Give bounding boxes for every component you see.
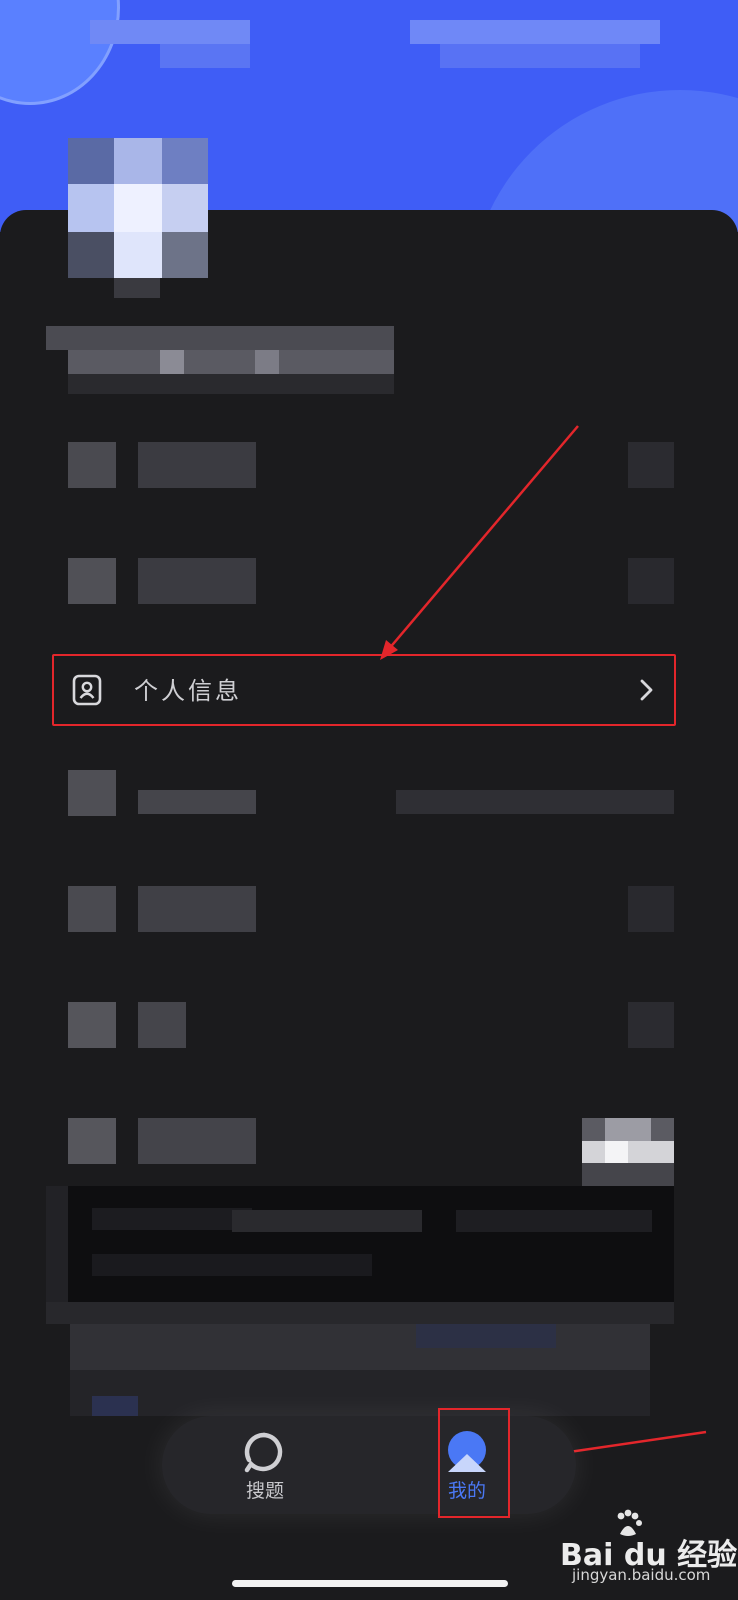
pixelated-menu-value — [628, 1002, 674, 1048]
pixelated-username — [255, 350, 279, 374]
menu-item-label: 个人信息 — [134, 677, 242, 705]
pixelated-username — [68, 374, 394, 394]
pixelated-menu-label[interactable] — [138, 442, 256, 488]
pixelated-menu-label[interactable] — [138, 558, 256, 604]
pixelated-strip — [92, 1396, 138, 1416]
pixelated-menu-icon — [68, 770, 116, 816]
pixelated-strip — [46, 1302, 674, 1324]
pixelated-menu-icon — [68, 886, 116, 932]
chevron-right-icon — [640, 679, 653, 701]
pixelated-username — [68, 350, 394, 374]
pixelated-strip — [70, 1370, 650, 1416]
pixelated-username — [46, 326, 394, 350]
pixelated-banner[interactable] — [68, 1186, 674, 1302]
pixelated-menu-value — [628, 442, 674, 488]
avatar-blur — [114, 278, 160, 298]
pixelated-banner — [232, 1210, 422, 1232]
home-indicator[interactable] — [232, 1580, 508, 1587]
pixelated-menu-icon — [68, 1002, 116, 1048]
annotation-highlight-box — [438, 1408, 510, 1518]
pixelated-menu-label[interactable] — [138, 886, 256, 932]
pixelated-thumbnail — [582, 1118, 674, 1186]
bottom-tab-bar: 搜题 我的 — [162, 1416, 576, 1514]
pixelated-banner — [46, 1186, 68, 1302]
pixelated-title — [410, 20, 660, 44]
watermark-url: jingyan.baidu.com — [572, 1566, 711, 1584]
pixelated-menu-value — [628, 558, 674, 604]
pixelated-menu-label[interactable] — [138, 1118, 256, 1164]
pixelated-menu-icon — [68, 1118, 116, 1164]
pixelated-menu-value — [628, 886, 674, 932]
pixelated-menu-icon — [68, 558, 116, 604]
tab-search[interactable]: 搜题 — [210, 1416, 320, 1514]
pixelated-title — [440, 44, 640, 68]
pixelated-menu-icon — [68, 442, 116, 488]
pixelated-title — [160, 44, 250, 68]
pixelated-banner — [92, 1254, 372, 1276]
search-icon — [244, 1432, 283, 1473]
pixelated-title — [90, 20, 250, 44]
avatar[interactable] — [68, 138, 208, 278]
pixelated-menu-value — [396, 790, 674, 814]
menu-item-personal-info[interactable]: 个人信息 — [52, 654, 676, 726]
person-card-icon — [72, 674, 102, 706]
pixelated-banner — [456, 1210, 652, 1232]
pixelated-menu-label[interactable] — [138, 790, 256, 814]
pixelated-strip — [70, 1324, 650, 1370]
pixelated-menu-label[interactable] — [138, 1002, 186, 1048]
pixelated-banner — [92, 1208, 252, 1230]
pixelated-username — [160, 350, 184, 374]
tab-label: 搜题 — [245, 1480, 284, 1502]
decorative-circle — [0, 0, 120, 105]
pixelated-strip — [416, 1324, 556, 1348]
